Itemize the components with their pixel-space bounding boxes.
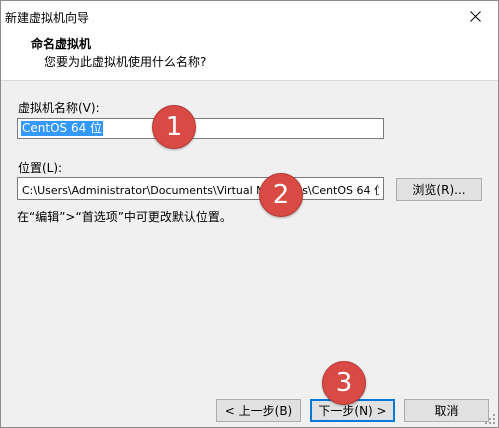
vm-name-input[interactable]: CentOS 64 位: [17, 118, 384, 139]
step-marker-2: 2: [259, 173, 303, 217]
location-value: C:\Users\Administrator\Documents\Virtual…: [22, 184, 379, 197]
back-button[interactable]: < 上一步(B): [216, 399, 301, 422]
page-subtitle: 您要为此虚拟机使用什么名称?: [44, 55, 207, 69]
window-title: 新建虚拟机向导: [5, 11, 90, 25]
vm-name-label: 虚拟机名称(V):: [18, 101, 100, 115]
wizard-window: 新建虚拟机向导 命名虚拟机 您要为此虚拟机使用什么名称? 虚拟机名称(V): C…: [0, 0, 499, 428]
location-input[interactable]: C:\Users\Administrator\Documents\Virtual…: [17, 177, 384, 200]
step-marker-3: 3: [322, 361, 366, 405]
browse-button[interactable]: 浏览(R)...: [396, 178, 482, 201]
wizard-header: 命名虚拟机 您要为此虚拟机使用什么名称?: [1, 32, 498, 81]
close-icon: [469, 11, 481, 22]
location-hint: 在“编辑”>“首选项”中可更改默认位置。: [17, 210, 232, 224]
resize-grip-icon[interactable]: [485, 414, 495, 424]
title-bar: 新建虚拟机向导: [1, 1, 498, 32]
cancel-button[interactable]: 取消: [404, 399, 489, 422]
close-button[interactable]: [452, 1, 498, 32]
location-label: 位置(L):: [18, 161, 63, 175]
page-title: 命名虚拟机: [31, 37, 92, 51]
step-marker-1: 1: [152, 105, 196, 149]
vm-name-value: CentOS 64 位: [21, 121, 104, 136]
